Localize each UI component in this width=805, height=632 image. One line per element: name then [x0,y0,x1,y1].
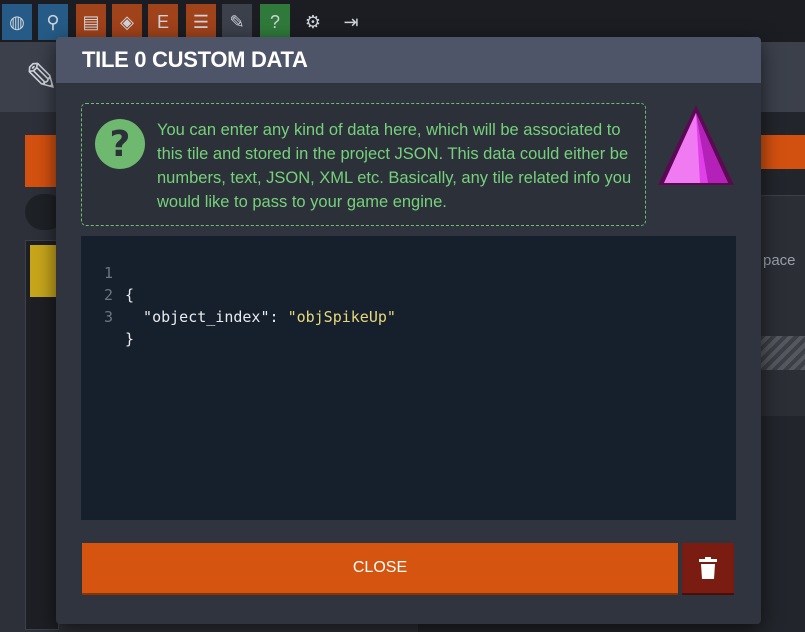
code-line: 3 } [81,284,736,348]
trash-icon [699,557,717,579]
folder-settings-icon[interactable]: ▤ [76,4,106,40]
delete-button[interactable] [682,543,734,593]
exit-icon[interactable]: ⇥ [336,4,366,40]
gear-icon[interactable]: ⚙ [298,4,328,40]
layers-icon[interactable]: ◈ [112,4,142,40]
globe-icon[interactable]: ◍ [2,4,32,40]
info-box: ? You can enter any kind of data here, w… [81,103,646,226]
code-text: } [125,330,135,348]
background-properties-panel [760,195,805,416]
tile-list-item[interactable] [30,245,56,297]
list-icon[interactable]: ☰ [186,4,216,40]
json-value: "objSpikeUp" [287,308,396,326]
custom-data-modal: TILE 0 CUSTOM DATA ? You can enter any k… [56,37,761,624]
paintbrush-icon: ✎ [25,56,59,100]
help-icon[interactable]: ? [260,4,290,40]
tile-list [25,240,59,630]
top-toolbar: ◍ ⚲ ▤ ◈ E ☰ ✎ ? ⚙ ⇥ [0,0,805,42]
code-line: 1 { [81,240,736,304]
spike-tile-icon [658,105,734,185]
background-partial-text: pace [763,252,796,269]
question-circle-icon: ? [95,119,145,169]
brush-icon[interactable]: ✎ [222,4,252,40]
info-text: You can enter any kind of data here, whi… [157,121,632,211]
code-text: "object_index": "objSpikeUp" [125,306,396,328]
code-line: 2 "object_index": "objSpikeUp" [81,262,736,326]
background-hatched-field [760,336,805,370]
json-editor[interactable]: 1 { 2 "object_index": "objSpikeUp" 3 } [81,236,736,520]
entity-icon[interactable]: E [148,4,178,40]
map-pin-icon[interactable]: ⚲ [38,4,68,40]
modal-title: TILE 0 CUSTOM DATA [82,47,308,72]
modal-header: TILE 0 CUSTOM DATA [56,37,761,83]
line-number: 3 [103,308,113,326]
json-key: "object_index": [125,308,288,326]
close-button[interactable]: CLOSE [82,543,678,593]
